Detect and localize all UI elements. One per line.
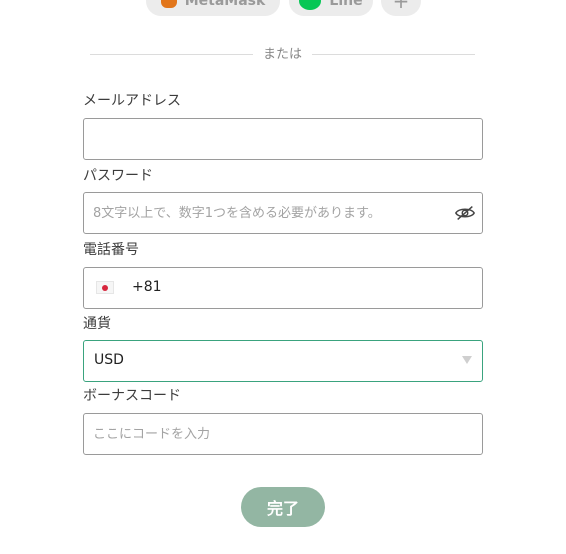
line-label: Line: [329, 0, 363, 9]
line-icon: [299, 0, 322, 10]
bonus-code-field-wrapper: [83, 413, 483, 455]
submit-button[interactable]: 完了: [241, 487, 325, 527]
line-login-button[interactable]: Line: [289, 0, 373, 16]
divider-line-right: [312, 54, 475, 55]
phone-country-code: +81: [132, 279, 162, 295]
metamask-label: MetaMask: [184, 0, 266, 9]
password-field[interactable]: [84, 193, 482, 233]
bonus-code-field[interactable]: [84, 414, 482, 454]
metamask-fox-icon: [160, 0, 177, 8]
password-label: パスワード: [83, 168, 153, 184]
or-divider: または: [90, 46, 475, 64]
divider-text: または: [262, 47, 302, 62]
email-field[interactable]: [84, 119, 482, 159]
currency-selected-value: USD: [94, 352, 124, 368]
phone-field[interactable]: +81: [83, 267, 483, 309]
social-login-row: MetaMask Line +: [0, 0, 566, 16]
email-field-wrapper: [83, 118, 483, 160]
japan-flag-icon[interactable]: [96, 281, 114, 294]
more-login-options-button[interactable]: +: [381, 0, 421, 16]
bonus-code-label: ボーナスコード: [83, 388, 181, 404]
currency-label: 通貨: [83, 316, 111, 332]
currency-select[interactable]: USD: [83, 340, 483, 382]
metamask-login-button[interactable]: MetaMask: [146, 0, 280, 16]
phone-label: 電話番号: [83, 242, 139, 258]
plus-icon: +: [392, 0, 410, 13]
dropdown-arrow-icon: [462, 356, 472, 364]
email-label: メールアドレス: [83, 93, 181, 109]
eye-slash-icon[interactable]: [454, 202, 476, 224]
password-field-wrapper: [83, 192, 483, 234]
